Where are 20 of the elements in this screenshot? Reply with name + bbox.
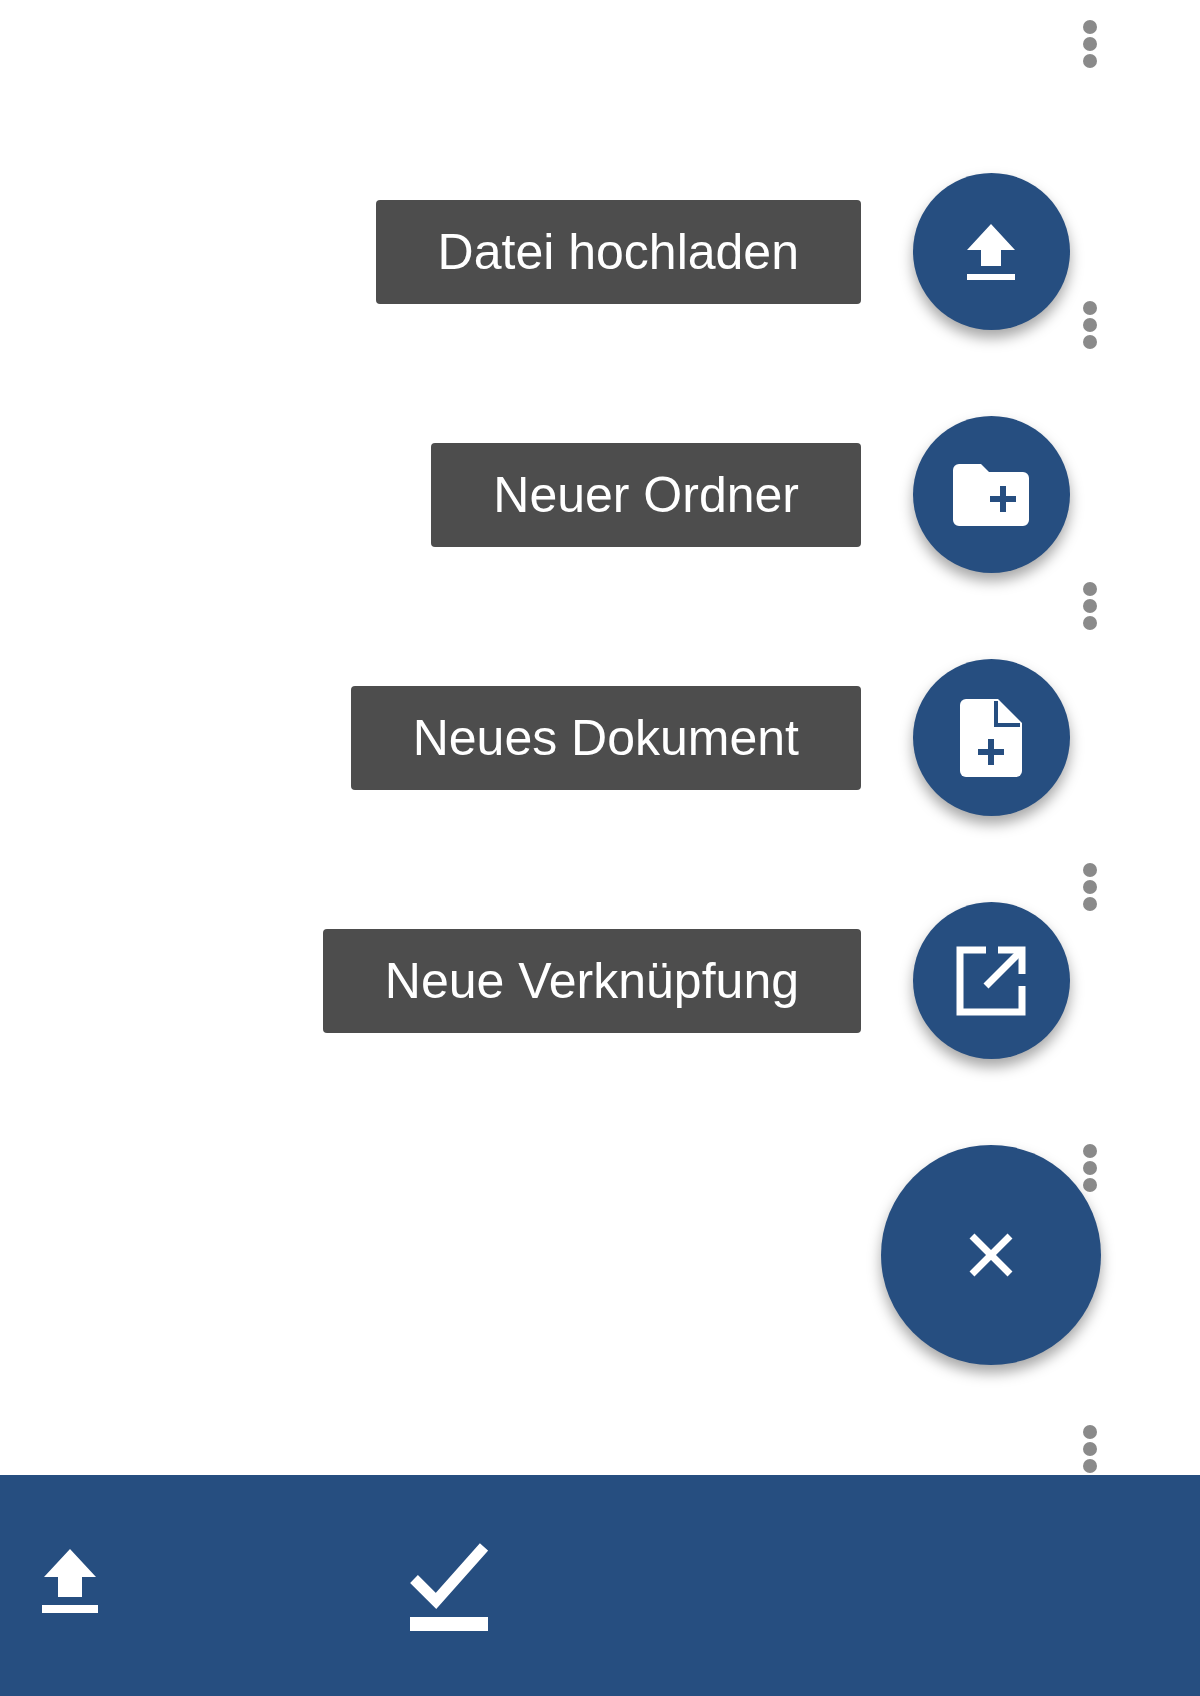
more-icon[interactable] bbox=[1082, 1144, 1098, 1192]
action-label[interactable]: Neuer Ordner bbox=[431, 442, 861, 547]
close-icon bbox=[969, 1233, 1013, 1277]
action-button[interactable] bbox=[912, 416, 1070, 573]
more-icon[interactable] bbox=[1082, 301, 1098, 349]
action-button[interactable] bbox=[912, 659, 1070, 816]
action-button[interactable] bbox=[912, 173, 1070, 330]
more-icon[interactable] bbox=[1082, 1425, 1098, 1473]
upload-icon bbox=[42, 1549, 98, 1615]
external-link-icon bbox=[956, 945, 1026, 1016]
more-icon[interactable] bbox=[1082, 863, 1098, 911]
upload-button[interactable] bbox=[42, 1549, 98, 1615]
document-plus-icon bbox=[960, 698, 1022, 777]
folder-plus-icon bbox=[953, 463, 1029, 526]
more-icon[interactable] bbox=[1082, 20, 1098, 68]
action-label[interactable]: Neues Dokument bbox=[350, 685, 861, 790]
action-button[interactable] bbox=[912, 902, 1070, 1059]
more-icon[interactable] bbox=[1082, 582, 1098, 630]
action-label[interactable]: Datei hochladen bbox=[375, 199, 861, 304]
action-label[interactable]: Neue Verknüpfung bbox=[322, 928, 861, 1033]
